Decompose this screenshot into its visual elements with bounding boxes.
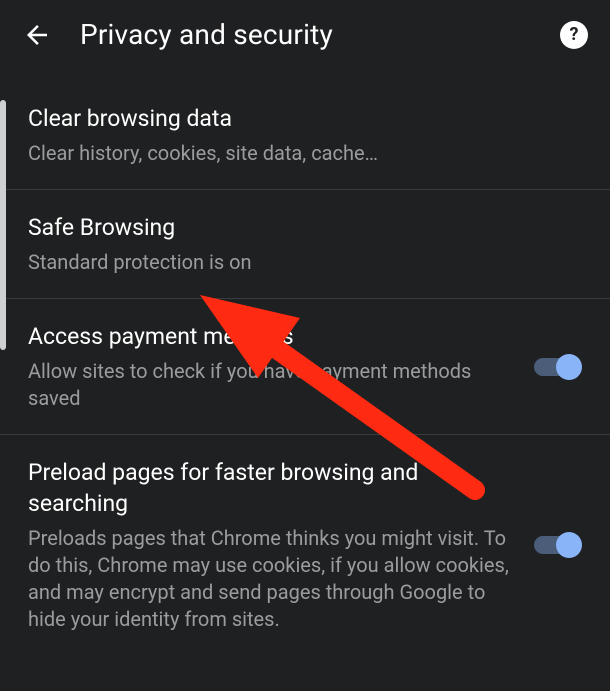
back-button[interactable] [22,20,52,50]
row-safe-browsing[interactable]: Safe Browsing Standard protection is on [0,190,610,299]
settings-list: Clear browsing data Clear history, cooki… [0,81,610,655]
page-title: Privacy and security [80,18,532,51]
row-text: Safe Browsing Standard protection is on [28,212,582,276]
switch-thumb [556,532,582,558]
row-subtitle: Standard protection is on [28,249,582,276]
switch-access-payment-methods[interactable] [534,354,582,380]
settings-screen: Privacy and security ? Clear browsing da… [0,0,610,691]
row-clear-browsing-data[interactable]: Clear browsing data Clear history, cooki… [0,81,610,190]
help-button[interactable]: ? [560,21,588,49]
row-access-payment-methods[interactable]: Access payment methods Allow sites to ch… [0,299,610,435]
row-text: Preload pages for faster browsing and se… [28,457,510,633]
row-title: Access payment methods [28,321,510,352]
row-subtitle: Allow sites to check if you have payment… [28,358,510,412]
row-subtitle: Clear history, cookies, site data, cache… [28,140,582,167]
row-text: Clear browsing data Clear history, cooki… [28,103,582,167]
app-bar: Privacy and security ? [0,0,610,81]
switch-preload-pages[interactable] [534,532,582,558]
switch-thumb [556,354,582,380]
row-title: Preload pages for faster browsing and se… [28,457,510,519]
back-arrow-icon [22,20,52,50]
row-title: Clear browsing data [28,103,582,134]
row-title: Safe Browsing [28,212,582,243]
row-preload-pages[interactable]: Preload pages for faster browsing and se… [0,435,610,655]
row-text: Access payment methods Allow sites to ch… [28,321,510,412]
help-icon: ? [570,24,579,45]
scrollbar-indicator [0,100,6,350]
row-subtitle: Preloads pages that Chrome thinks you mi… [28,525,510,633]
